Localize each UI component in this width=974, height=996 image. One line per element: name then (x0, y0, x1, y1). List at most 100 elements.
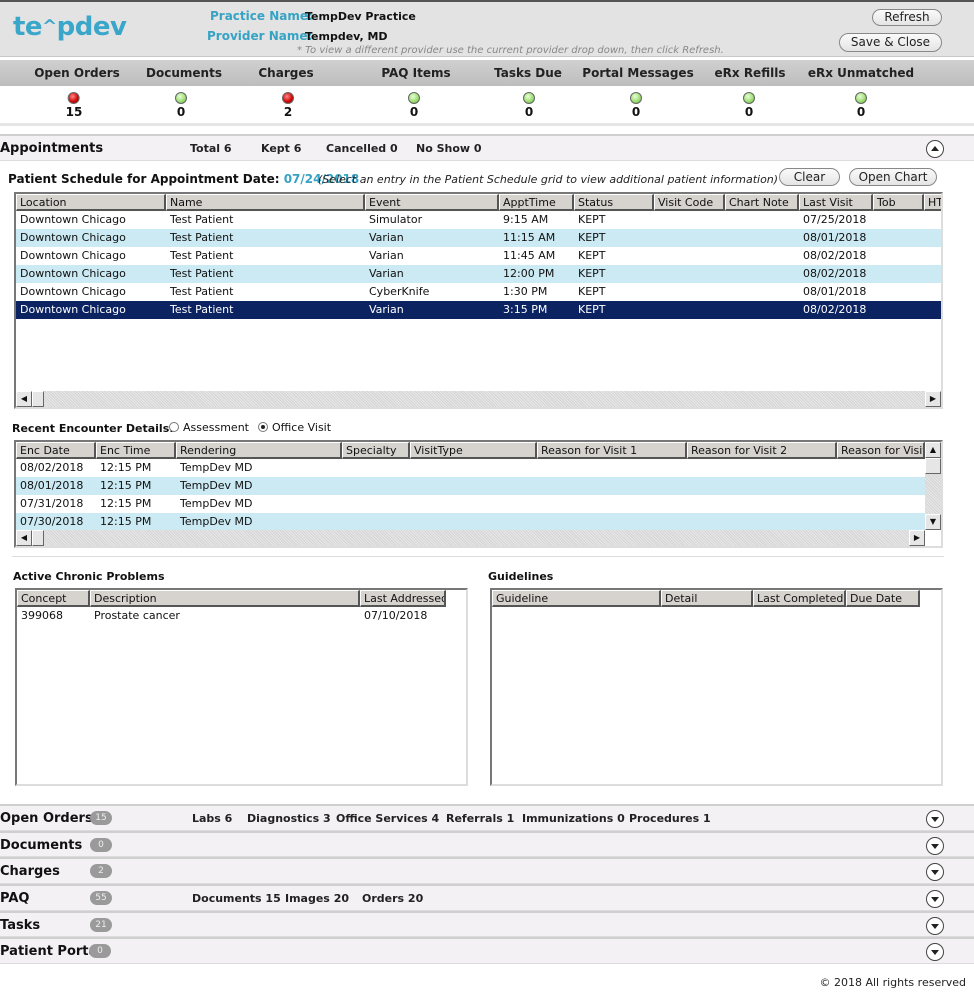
guideline-col-detail[interactable]: Detail (661, 590, 753, 607)
schedule-cell-ht (924, 247, 941, 265)
panel-stat-office-services: Office Services 4 (336, 812, 440, 825)
scroll-right-icon[interactable]: ▶ (925, 391, 941, 407)
encounter-row[interactable]: 08/02/2018 12:15 PM TempDev MD (16, 459, 925, 477)
encounter-row[interactable]: 07/30/2018 12:15 PM TempDev MD (16, 513, 925, 531)
schedule-col-status[interactable]: Status (574, 194, 654, 211)
expand-charges-button[interactable] (926, 863, 944, 881)
guideline-col-due-date[interactable]: Due Date (846, 590, 920, 607)
refresh-button[interactable]: Refresh (872, 9, 942, 26)
alert-charges[interactable]: Charges (258, 60, 313, 86)
open-chart-button[interactable]: Open Chart (849, 168, 937, 186)
schedule-row[interactable]: Downtown Chicago Test Patient Varian 3:15 P… (16, 301, 941, 319)
clear-button[interactable]: Clear (779, 168, 840, 186)
radio-office-visit[interactable]: Office Visit (258, 421, 331, 434)
appointments-bar: Appointments Total 6 Kept 6 Cancelled 0 … (0, 134, 974, 161)
encounter-horizontal-scrollbar[interactable]: ◀ ▶ (16, 530, 925, 546)
encounter-cell-reason-for-visit-2 (687, 495, 837, 513)
radio-office-visit-label: Office Visit (272, 421, 332, 434)
schedule-col-visit-code[interactable]: Visit Code (654, 194, 725, 211)
schedule-col-tob[interactable]: Tob (873, 194, 924, 211)
schedule-row[interactable]: Downtown Chicago Test Patient Simulator 9:1… (16, 211, 941, 229)
scroll-up-icon[interactable]: ▲ (925, 442, 941, 458)
encounter-col-reason-for-visit-2[interactable]: Reason for Visit 2 (687, 442, 837, 459)
schedule-cell-chart-note (725, 301, 799, 319)
schedule-col-last-visit[interactable]: Last Visit (799, 194, 873, 211)
encounter-col-reason-for-visit[interactable]: Reason for Visit (837, 442, 925, 459)
guideline-col-last-completed[interactable]: Last Completed (753, 590, 846, 607)
panel-title: Tasks (0, 918, 41, 933)
scroll-thumb[interactable] (32, 391, 44, 407)
schedule-cell-appttime: 1:30 PM (503, 285, 548, 298)
schedule-col-chart-note[interactable]: Chart Note (725, 194, 799, 211)
expand-tasks-button[interactable] (926, 917, 944, 935)
alert-bar: Open Orders Documents Charges PAQ Items … (0, 60, 974, 86)
collapse-appointments-button[interactable] (926, 140, 944, 158)
schedule-col-ht[interactable]: HT (924, 194, 941, 211)
scroll-left-icon[interactable]: ◀ (16, 530, 32, 546)
scroll-down-icon[interactable]: ▼ (925, 514, 941, 530)
encounter-cell-reason-for-visit (837, 459, 925, 477)
encounter-col-enc-date[interactable]: Enc Date (16, 442, 96, 459)
expand-patient-portal-button[interactable] (926, 943, 944, 961)
encounter-col-enc-time[interactable]: Enc Time (96, 442, 176, 459)
encounter-col-visittype[interactable]: VisitType (410, 442, 537, 459)
encounter-col-reason-for-visit-1[interactable]: Reason for Visit 1 (537, 442, 687, 459)
status-light-icon (855, 92, 867, 104)
chronic-col-description[interactable]: Description (90, 590, 360, 607)
schedule-cell-ht (924, 283, 941, 301)
alert-erx-unmatched[interactable]: eRx Unmatched (808, 60, 914, 86)
alert-open-orders[interactable]: Open Orders (34, 60, 120, 86)
schedule-col-location[interactable]: Location (16, 194, 166, 211)
encounter-cell-enc-time: 12:15 PM (100, 515, 152, 528)
radio-office-visit-icon[interactable] (258, 422, 268, 432)
encounter-vertical-scrollbar[interactable]: ▲ ▼ (925, 442, 941, 530)
radio-assessment-icon[interactable] (169, 422, 179, 432)
schedule-row[interactable]: Downtown Chicago Test Patient Varian 11:45 … (16, 247, 941, 265)
expand-paq-button[interactable] (926, 890, 944, 908)
schedule-col-name[interactable]: Name (166, 194, 365, 211)
encounter-cell-visittype (410, 477, 537, 495)
chronic-row[interactable]: 399068 Prostate cancer 07/10/2018 (17, 607, 446, 625)
encounter-col-rendering[interactable]: Rendering (176, 442, 342, 459)
save-close-button[interactable]: Save & Close (839, 33, 942, 52)
indicator-portal-messages[interactable]: 0 (630, 92, 642, 119)
schedule-cell-tob (873, 211, 924, 229)
expand-open-orders-button[interactable] (926, 810, 944, 828)
schedule-row[interactable]: Downtown Chicago Test Patient Varian 11:15 … (16, 229, 941, 247)
schedule-col-appttime[interactable]: ApptTime (499, 194, 574, 211)
encounter-row[interactable]: 08/01/2018 12:15 PM TempDev MD (16, 477, 925, 495)
indicator-documents[interactable]: 0 (175, 92, 187, 119)
encounter-cell-enc-date: 08/01/2018 (20, 479, 84, 492)
schedule-row[interactable]: Downtown Chicago Test Patient CyberKnife 1:… (16, 283, 941, 301)
guideline-col-guideline[interactable]: Guideline (492, 590, 661, 607)
scroll-left-icon[interactable]: ◀ (16, 391, 32, 407)
radio-assessment[interactable]: Assessment (169, 421, 249, 434)
encounter-col-specialty[interactable]: Specialty (342, 442, 410, 459)
encounter-row[interactable]: 07/31/2018 12:15 PM TempDev MD (16, 495, 925, 513)
schedule-horizontal-scrollbar[interactable]: ◀ ▶ (16, 391, 941, 407)
alert-paq-items[interactable]: PAQ Items (381, 60, 450, 86)
schedule-cell-event: Varian (369, 249, 404, 262)
alert-documents[interactable]: Documents (146, 60, 222, 86)
alert-portal-messages[interactable]: Portal Messages (582, 60, 693, 86)
scroll-thumb-vertical[interactable] (925, 458, 941, 474)
chronic-col-concept[interactable]: Concept (17, 590, 90, 607)
scroll-right-icon[interactable]: ▶ (909, 530, 925, 546)
indicator-charges[interactable]: 2 (282, 92, 294, 119)
section-divider (12, 556, 944, 557)
schedule-cell-location: Downtown Chicago (20, 303, 126, 316)
alert-tasks-due[interactable]: Tasks Due (494, 60, 562, 86)
scroll-thumb[interactable] (32, 530, 44, 546)
encounter-cell-reason-for-visit-1 (537, 477, 687, 495)
schedule-row[interactable]: Downtown Chicago Test Patient Varian 12:00 … (16, 265, 941, 283)
alert-erx-refills[interactable]: eRx Refills (715, 60, 786, 86)
expand-documents-button[interactable] (926, 837, 944, 855)
chronic-col-last-addressed[interactable]: Last Addressed (360, 590, 446, 607)
indicator-open-orders[interactable]: 15 (66, 92, 82, 119)
indicator-paq-items[interactable]: 0 (408, 92, 420, 119)
indicator-erx-unmatched[interactable]: 0 (855, 92, 867, 119)
schedule-cell-last-visit: 07/25/2018 (803, 213, 867, 226)
schedule-col-event[interactable]: Event (365, 194, 499, 211)
indicator-tasks-due[interactable]: 0 (523, 92, 535, 119)
indicator-erx-refills[interactable]: 0 (743, 92, 755, 119)
